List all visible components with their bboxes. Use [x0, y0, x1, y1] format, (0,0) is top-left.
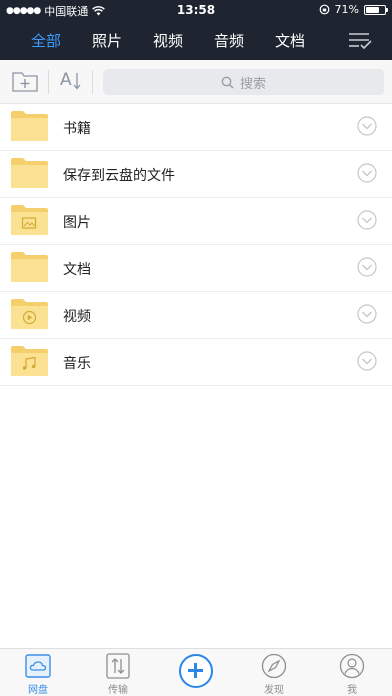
search-placeholder: 搜索 — [239, 76, 266, 92]
tab-me[interactable]: 我 — [322, 653, 382, 696]
chevron-down-icon[interactable] — [357, 304, 377, 324]
tab-videos[interactable]: 视频 — [153, 30, 183, 51]
status-bar: ●●●●● 中国联通 13:58 71% — [0, 0, 392, 20]
toolbar-divider — [92, 70, 93, 94]
user-icon — [339, 653, 365, 679]
transfer-icon — [106, 653, 130, 679]
chevron-down-icon[interactable] — [357, 351, 377, 371]
image-folder-icon — [11, 205, 48, 235]
list-item[interactable]: 图片 — [0, 198, 392, 245]
battery-percent: 71% — [334, 3, 359, 16]
sort-label: A — [60, 70, 72, 90]
chevron-down-icon[interactable] — [357, 210, 377, 230]
list-item[interactable]: 文档 — [0, 245, 392, 292]
toolbar: A 搜索 — [0, 60, 392, 104]
file-name: 文档 — [63, 262, 91, 278]
chevron-down-icon[interactable] — [357, 163, 377, 183]
file-name: 视频 — [63, 309, 91, 325]
list-item[interactable]: 音乐 — [0, 339, 392, 386]
tab-all[interactable]: 全部 — [31, 30, 61, 51]
tab-photos[interactable]: 照片 — [92, 30, 122, 51]
compass-icon — [261, 653, 287, 679]
file-name: 音乐 — [63, 356, 91, 372]
new-folder-icon[interactable] — [12, 70, 38, 92]
battery-fill — [366, 6, 379, 13]
music-folder-icon — [11, 346, 48, 376]
tab-documents[interactable]: 文档 — [275, 30, 305, 51]
video-folder-icon — [11, 299, 48, 329]
folder-icon — [11, 252, 48, 282]
tab-netdisk[interactable]: 网盘 — [8, 653, 68, 696]
tab-me-label: 我 — [347, 685, 357, 696]
tab-transfer[interactable]: 传输 — [88, 653, 148, 696]
chevron-down-icon[interactable] — [357, 257, 377, 277]
folder-icon — [11, 158, 48, 188]
folder-icon — [11, 111, 48, 141]
file-name: 保存到云盘的文件 — [63, 168, 175, 184]
search-input[interactable]: 搜索 — [103, 69, 384, 95]
search-icon — [221, 76, 234, 89]
tab-discover[interactable]: 发现 — [244, 653, 304, 696]
file-name: 图片 — [63, 215, 91, 231]
tab-discover-label: 发现 — [264, 685, 284, 696]
chevron-down-icon[interactable] — [357, 116, 377, 136]
category-nav: 全部 照片 视频 音频 文档 — [0, 20, 392, 60]
tab-netdisk-label: 网盘 — [28, 685, 48, 696]
cloud-drive-icon — [25, 654, 51, 678]
status-right: 71% — [319, 3, 388, 16]
add-button[interactable] — [179, 654, 213, 688]
battery-icon — [364, 4, 388, 15]
orientation-lock-icon — [319, 4, 329, 15]
list-item[interactable]: 视频 — [0, 292, 392, 339]
sort-button[interactable]: A — [60, 70, 82, 92]
tab-audio[interactable]: 音频 — [214, 30, 244, 51]
file-name: 书籍 — [63, 121, 91, 137]
multi-select-icon[interactable] — [348, 32, 372, 50]
toolbar-divider — [48, 70, 49, 94]
file-list: 书籍 保存到云盘的文件 图片 文档 视频 音乐 — [0, 104, 392, 386]
tab-transfer-label: 传输 — [108, 685, 128, 696]
list-item[interactable]: 保存到云盘的文件 — [0, 151, 392, 198]
sort-icon — [73, 73, 81, 90]
list-item[interactable]: 书籍 — [0, 104, 392, 151]
